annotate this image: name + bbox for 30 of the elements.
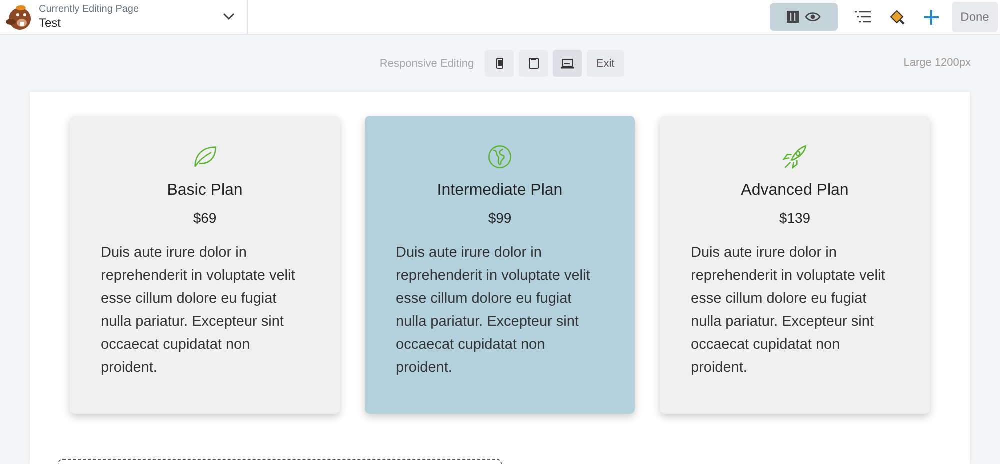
plan-title: Intermediate Plan [437,182,563,200]
plan-card[interactable]: Intermediate Plan $99 Duis aute irure dolor in reprehenderit in voluptate velit esse cillum dolore eu fugiat nulla pariatur. Excepteur sint occaecat cupidatat non proident. [365,116,635,414]
device-button[interactable] [485,50,514,77]
plan-price: $139 [779,210,811,226]
plan-description: Duis aute irure dolor in reprehenderit in voluptate velit esse cillum dolore eu fugiat nulla pariatur. Excepteur sint occaecat cupidatat non proident. [690,244,886,378]
plan-card[interactable]: Advanced Plan $139 Duis aute irure dolor in reprehenderit in voluptate velit esse cillum dolore eu fugiat nulla pariatur. Excepteur sint occaecat cupidatat non proident. [660,116,930,414]
device-button[interactable] [553,50,582,77]
breakpoint-label: Large 1200px [904,57,971,69]
plan-description: Duis aute irure dolor in reprehenderit in voluptate velit esse cillum dolore eu fugiat nulla pariatur. Excepteur sint occaecat cupidatat non proident. [395,244,592,378]
page-title: Test [39,16,62,30]
responsive-editing-label: Responsive Editing [380,58,474,70]
plan-title: Advanced Plan [741,182,849,200]
laptop-icon [561,58,574,68]
device-button[interactable] [519,50,548,77]
plan-price: $99 [488,210,512,226]
leaf-icon [192,144,218,170]
exit-button[interactable]: Exit [587,50,624,77]
plan-description: Duis aute irure dolor in reprehenderit in voluptate velit esse cillum dolore eu fugiat nulla pariatur. Excepteur sint occaecat cupidatat non proident. [100,244,296,378]
plan-card[interactable]: Basic Plan $69 Duis aute irure dolor in reprehenderit in voluptate velit esse cillum dolore eu fugiat nulla pariatur. Excepteur sint occaecat cupidatat non proident. [70,116,340,414]
preview-toggle-button[interactable] [770,3,838,31]
plan-title: Basic Plan [167,182,243,200]
eye-icon [805,12,821,22]
phone-icon [496,58,504,69]
rocket-icon [782,144,808,170]
sliders-icon [787,11,799,23]
tablet-icon [528,58,539,69]
plan-price: $69 [193,210,217,226]
done-button[interactable]: Done [952,2,998,32]
globe-icon [487,144,513,170]
caption-label: Currently Editing Page [39,4,140,16]
